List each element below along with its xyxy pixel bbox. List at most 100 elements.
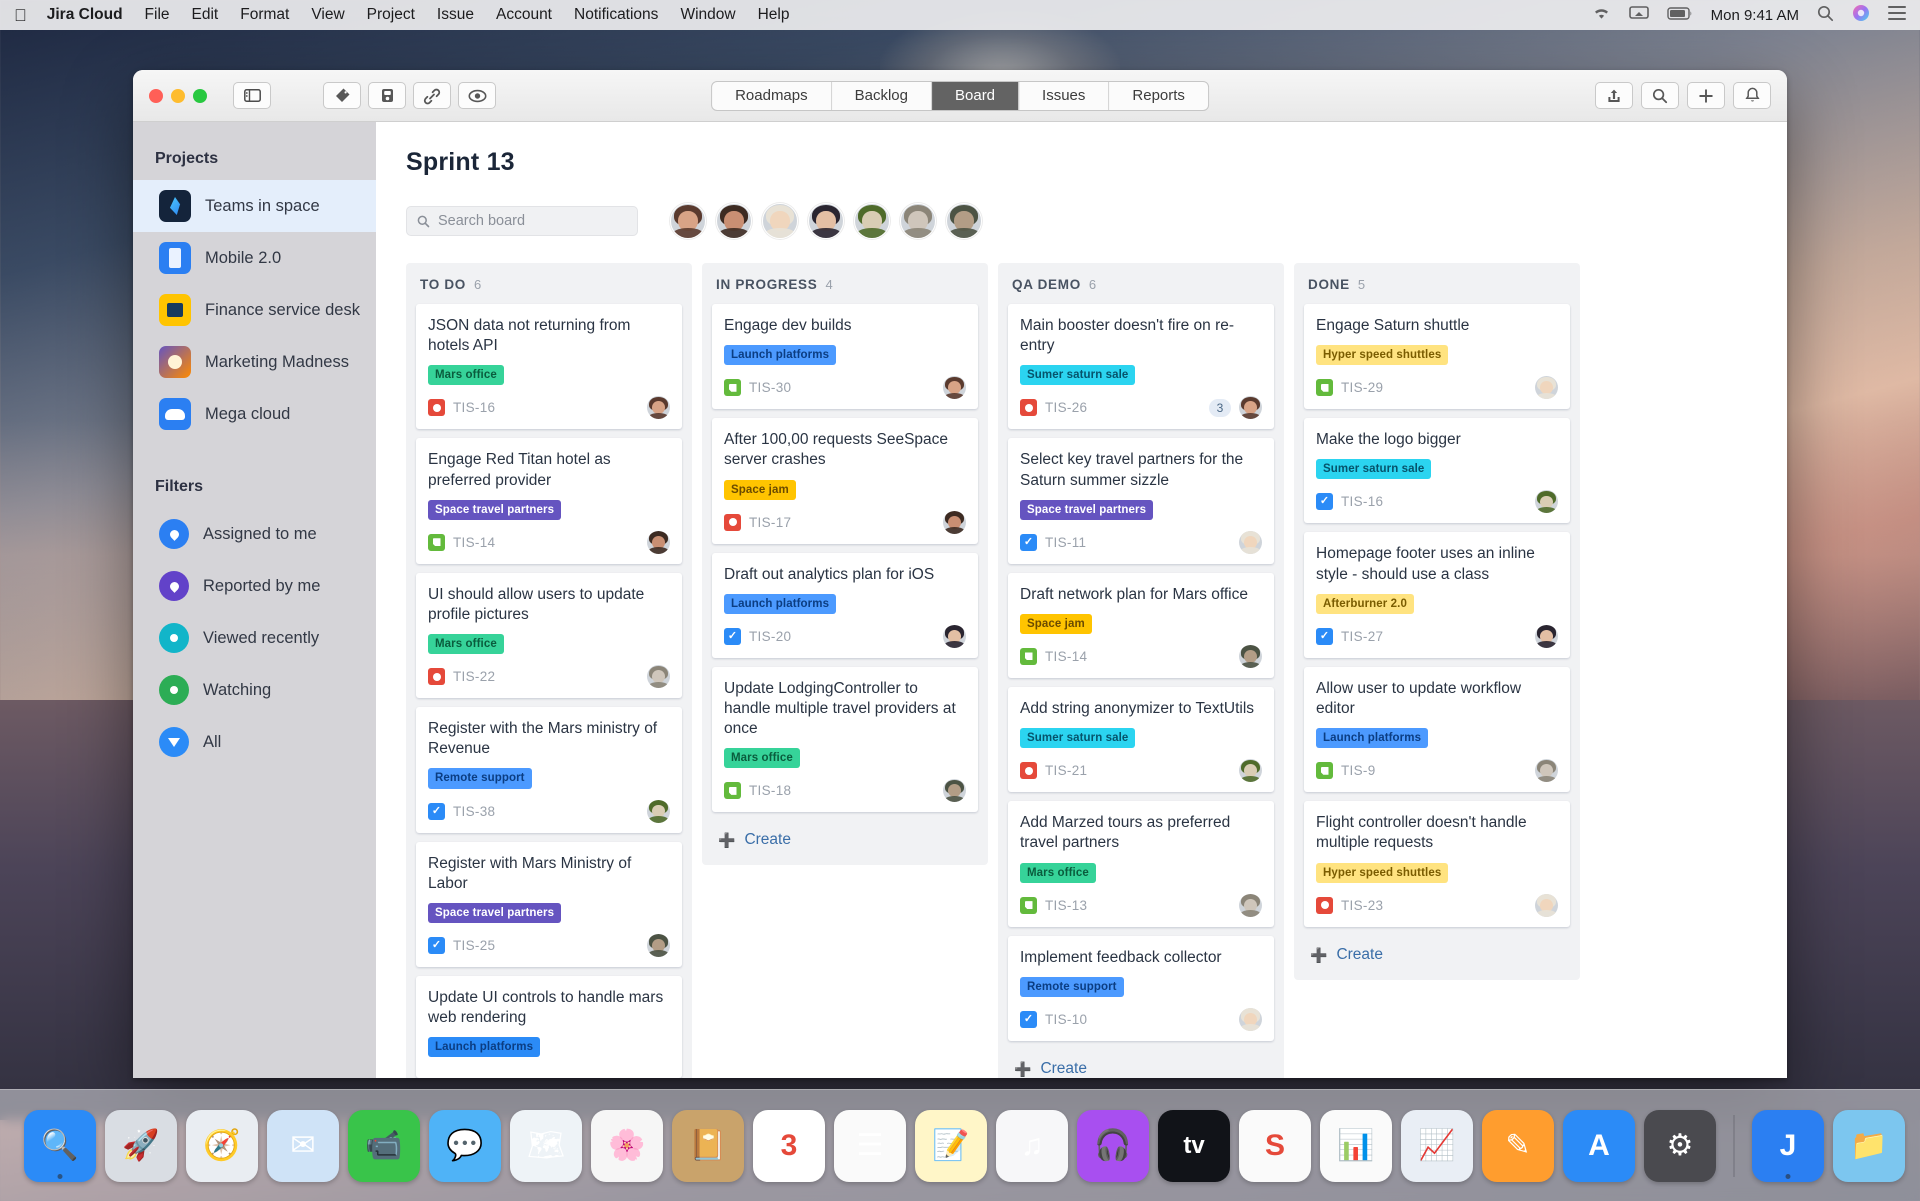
card-label-tag[interactable]: Launch platforms xyxy=(428,1037,541,1058)
card-issue-key[interactable]: TIS-23 xyxy=(1341,898,1383,913)
board-card[interactable]: Flight controller doesn't handle multipl… xyxy=(1304,801,1570,927)
card-issue-key[interactable]: TIS-14 xyxy=(1045,649,1087,664)
card-assignee-avatar[interactable] xyxy=(1239,893,1262,917)
card-label-tag[interactable]: Mars office xyxy=(428,634,504,655)
menu-clock[interactable]: Mon 9:41 AM xyxy=(1711,7,1799,24)
card-label-tag[interactable]: Space travel partners xyxy=(428,902,562,923)
dock-icon-launchpad[interactable]: 🚀 xyxy=(105,1109,177,1182)
dock-icon-appletv[interactable]: tv xyxy=(1158,1109,1230,1182)
tab-reports[interactable]: Reports xyxy=(1109,82,1208,110)
avatar[interactable] xyxy=(670,203,706,239)
card-label-tag[interactable]: Hyper speed shuttles xyxy=(1316,345,1449,366)
card-assignee-avatar[interactable] xyxy=(1535,490,1558,514)
card-issue-key[interactable]: TIS-20 xyxy=(749,629,791,644)
card-assignee-avatar[interactable] xyxy=(1535,893,1558,917)
dock-icon-music[interactable]: ♫ xyxy=(996,1109,1068,1182)
tab-roadmaps[interactable]: Roadmaps xyxy=(712,81,832,110)
screen-mirroring-icon[interactable] xyxy=(1628,6,1649,24)
control-center-icon[interactable] xyxy=(1888,6,1906,24)
avatar[interactable] xyxy=(716,203,752,239)
dock-icon-photos[interactable]: 🌸 xyxy=(591,1109,663,1182)
card-issue-key[interactable]: TIS-38 xyxy=(453,804,495,819)
card-issue-key[interactable]: TIS-26 xyxy=(1045,400,1087,415)
board-card[interactable]: Engage Red Titan hotel as preferred prov… xyxy=(416,438,682,564)
board-card[interactable]: Update LodgingController to handle multi… xyxy=(712,666,978,813)
card-label-tag[interactable]: Remote support xyxy=(428,768,532,789)
board-card[interactable]: Main booster doesn't fire on re-entry Sum… xyxy=(1008,304,1274,430)
card-label-tag[interactable]: Afterburner 2.0 xyxy=(1316,593,1414,614)
card-assignee-avatar[interactable] xyxy=(1535,624,1558,648)
sidebar-item-teams-in-space[interactable]: Teams in space xyxy=(133,180,376,232)
share-icon[interactable] xyxy=(1595,82,1633,109)
card-issue-key[interactable]: TIS-18 xyxy=(749,783,791,798)
menu-item-window[interactable]: Window xyxy=(680,6,735,24)
tab-board[interactable]: Board xyxy=(932,81,1020,110)
sidebar-filter-viewed-recently[interactable]: Viewed recently xyxy=(133,612,376,664)
card-assignee-avatar[interactable] xyxy=(647,799,670,823)
card-label-tag[interactable]: Space travel partners xyxy=(1020,499,1154,520)
dock-icon-maps[interactable]: 🗺 xyxy=(510,1109,582,1182)
card-label-tag[interactable]: Sumer saturn sale xyxy=(1020,365,1136,386)
sidebar-filter-all[interactable]: All xyxy=(133,716,376,768)
card-label-tag[interactable]: Hyper speed shuttles xyxy=(1316,862,1449,883)
maximize-window-button[interactable] xyxy=(193,88,207,103)
card-issue-key[interactable]: TIS-29 xyxy=(1341,380,1383,395)
dock-icon-numbers[interactable]: 📊 xyxy=(1320,1109,1392,1182)
card-assignee-avatar[interactable] xyxy=(943,510,966,534)
dock-icon-app-store[interactable]: A xyxy=(1563,1109,1635,1182)
board-card[interactable]: Draft network plan for Mars office Space … xyxy=(1008,572,1274,678)
card-label-tag[interactable]: Sumer saturn sale xyxy=(1020,728,1136,749)
menu-item-issue[interactable]: Issue xyxy=(437,6,474,24)
sidebar-filter-reported-by-me[interactable]: Reported by me xyxy=(133,560,376,612)
sidebar-toggle-icon[interactable] xyxy=(233,82,271,109)
create-card-button[interactable]: ➕ Create xyxy=(1304,936,1570,970)
card-label-tag[interactable]: Remote support xyxy=(1020,976,1124,997)
sidebar-filter-watching[interactable]: Watching xyxy=(133,664,376,716)
menu-app-name[interactable]: Jira Cloud xyxy=(47,6,123,24)
card-assignee-avatar[interactable] xyxy=(1239,759,1262,783)
add-icon[interactable] xyxy=(1687,82,1725,109)
card-label-tag[interactable]: Launch platforms xyxy=(724,345,837,366)
board-card[interactable]: JSON data not returning from hotels API M… xyxy=(416,304,682,430)
card-assignee-avatar[interactable] xyxy=(1239,1007,1262,1031)
card-assignee-avatar[interactable] xyxy=(647,396,670,420)
card-assignee-avatar[interactable] xyxy=(647,933,670,957)
minimize-window-button[interactable] xyxy=(171,88,185,103)
avatar[interactable] xyxy=(946,203,982,239)
card-assignee-avatar[interactable] xyxy=(1535,759,1558,783)
dock-icon-contacts[interactable]: 📔 xyxy=(672,1109,744,1182)
board-card[interactable]: UI should allow users to update profile … xyxy=(416,572,682,699)
avatar[interactable] xyxy=(762,203,798,239)
apple-logo-icon[interactable]:  xyxy=(14,7,27,24)
card-assignee-avatar[interactable] xyxy=(1535,376,1558,400)
board-card[interactable]: Allow user to update workflow editor Laun… xyxy=(1304,666,1570,793)
card-label-tag[interactable]: Mars office xyxy=(724,748,800,769)
board-card[interactable]: Register with Mars Ministry of Labor Spac… xyxy=(416,841,682,967)
card-issue-key[interactable]: TIS-22 xyxy=(453,669,495,684)
dock-icon-reminders[interactable]: ☰ xyxy=(834,1109,906,1182)
card-label-tag[interactable]: Launch platforms xyxy=(1316,728,1429,749)
search-icon[interactable] xyxy=(1641,82,1679,109)
board-card[interactable]: Homepage footer uses an inline style - s… xyxy=(1304,532,1570,658)
menu-item-help[interactable]: Help xyxy=(758,6,790,24)
card-issue-key[interactable]: TIS-21 xyxy=(1045,763,1087,778)
board-card[interactable]: Register with the Mars ministry of Reven… xyxy=(416,707,682,833)
avatar[interactable] xyxy=(854,203,890,239)
sidebar-item-mega-cloud[interactable]: Mega cloud xyxy=(133,388,376,440)
menu-item-edit[interactable]: Edit xyxy=(192,6,219,24)
card-issue-key[interactable]: TIS-16 xyxy=(453,400,495,415)
board-card[interactable]: Engage Saturn shuttle Hyper speed shuttle… xyxy=(1304,304,1570,410)
board-card[interactable]: Draft out analytics plan for iOS Launch p… xyxy=(712,552,978,658)
menu-item-format[interactable]: Format xyxy=(240,6,289,24)
card-label-tag[interactable]: Mars office xyxy=(1020,862,1096,883)
card-assignee-avatar[interactable] xyxy=(1239,396,1262,420)
link-icon[interactable] xyxy=(413,82,451,109)
board-card[interactable]: Make the logo bigger Sumer saturn sale TIS… xyxy=(1304,418,1570,524)
menu-item-file[interactable]: File xyxy=(145,6,170,24)
watch-icon[interactable] xyxy=(458,82,496,109)
card-issue-key[interactable]: TIS-13 xyxy=(1045,898,1087,913)
dock-icon-keynote[interactable]: 📈 xyxy=(1401,1109,1473,1182)
card-assignee-avatar[interactable] xyxy=(943,624,966,648)
search-input[interactable]: Search board xyxy=(406,206,638,236)
card-assignee-avatar[interactable] xyxy=(647,530,670,554)
